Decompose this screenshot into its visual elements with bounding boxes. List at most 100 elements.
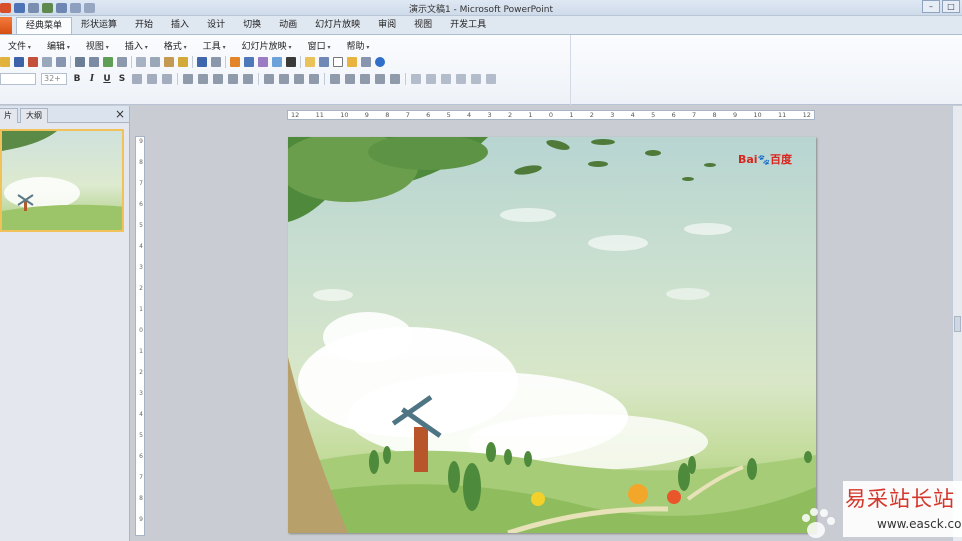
distribute-icon[interactable] bbox=[243, 74, 253, 84]
decrease-indent-icon[interactable] bbox=[390, 74, 400, 84]
menu-edit[interactable]: 编辑 bbox=[39, 39, 78, 52]
copy-icon[interactable] bbox=[150, 57, 160, 67]
underline-button[interactable]: U bbox=[102, 74, 112, 84]
line-style-icon[interactable] bbox=[471, 74, 481, 84]
shape-outline-icon[interactable] bbox=[441, 74, 451, 84]
font-size-combo[interactable]: 32+ bbox=[41, 73, 67, 85]
zoom-icon[interactable] bbox=[361, 57, 371, 67]
shadow-icon[interactable] bbox=[132, 74, 142, 84]
shape-effects-icon[interactable] bbox=[456, 74, 466, 84]
menu-help[interactable]: 帮助 bbox=[339, 39, 378, 52]
spelling-icon[interactable] bbox=[103, 57, 113, 67]
insert-chart-icon[interactable] bbox=[230, 57, 240, 67]
ribbon-tabs: 经典菜单 形状运算 开始 插入 设计 切换 动画 幻灯片放映 审阅 视图 开发工… bbox=[0, 16, 962, 35]
tab-view[interactable]: 视图 bbox=[405, 17, 441, 34]
char-spacing-icon[interactable] bbox=[147, 74, 157, 84]
scroll-thumb[interactable] bbox=[954, 316, 961, 332]
undo-icon[interactable] bbox=[197, 57, 207, 67]
font-name-combo[interactable] bbox=[0, 73, 36, 85]
insert-picture-icon[interactable] bbox=[258, 57, 268, 67]
slide-thumbnail[interactable] bbox=[0, 129, 124, 232]
save-icon[interactable] bbox=[14, 57, 24, 67]
format-painter-icon[interactable] bbox=[178, 57, 188, 67]
tab-insert[interactable]: 插入 bbox=[162, 17, 198, 34]
increase-font-icon[interactable] bbox=[345, 74, 355, 84]
text-box-icon[interactable] bbox=[333, 57, 343, 67]
print-preview-icon[interactable] bbox=[89, 57, 99, 67]
vertical-scrollbar[interactable] bbox=[952, 106, 962, 541]
ruler-tick-label: 11 bbox=[315, 111, 324, 119]
tab-review[interactable]: 审阅 bbox=[369, 17, 405, 34]
tab-developer[interactable]: 开发工具 bbox=[441, 17, 495, 34]
menu-slideshow[interactable]: 幻灯片放映 bbox=[234, 39, 300, 52]
dash-style-icon[interactable] bbox=[486, 74, 496, 84]
close-panel-button[interactable]: × bbox=[115, 107, 125, 121]
quick-styles-icon[interactable] bbox=[426, 74, 436, 84]
save-as-icon[interactable] bbox=[28, 57, 38, 67]
tab-design[interactable]: 设计 bbox=[198, 17, 234, 34]
menu-insert[interactable]: 插入 bbox=[117, 39, 156, 52]
insert-table-icon[interactable] bbox=[244, 57, 254, 67]
insert-smartart-icon[interactable] bbox=[272, 57, 282, 67]
print-icon[interactable] bbox=[75, 57, 85, 67]
tab-shape-ops[interactable]: 形状运算 bbox=[72, 17, 126, 34]
menu-format[interactable]: 格式 bbox=[156, 39, 195, 52]
tab-outline[interactable]: 大纲 bbox=[20, 108, 48, 123]
paste-icon[interactable] bbox=[164, 57, 174, 67]
research-icon[interactable] bbox=[117, 57, 127, 67]
open-icon[interactable] bbox=[0, 57, 10, 67]
shape-fill-icon[interactable] bbox=[286, 57, 296, 67]
ruler-tick-label: 6 bbox=[671, 111, 676, 119]
permission-icon[interactable] bbox=[42, 57, 52, 67]
folder-icon[interactable] bbox=[347, 57, 357, 67]
menu-window[interactable]: 窗口 bbox=[300, 39, 339, 52]
separator bbox=[405, 73, 406, 85]
minimize-button[interactable]: – bbox=[922, 0, 940, 13]
ruler-tick-label: 8 bbox=[139, 159, 143, 166]
numbering-icon[interactable] bbox=[309, 74, 319, 84]
separator bbox=[258, 73, 259, 85]
file-tab[interactable] bbox=[0, 17, 12, 34]
menu-view[interactable]: 视图 bbox=[78, 39, 117, 52]
new-slide-icon[interactable] bbox=[305, 57, 315, 67]
increase-indent-icon[interactable] bbox=[375, 74, 385, 84]
tab-slideshow[interactable]: 幻灯片放映 bbox=[306, 17, 369, 34]
strikethrough-button[interactable]: S bbox=[117, 74, 127, 84]
font-color-icon[interactable] bbox=[330, 74, 340, 84]
vertical-ruler[interactable]: 9 8 7 6 5 4 3 2 1 0 1 2 3 4 5 6 7 8 9 bbox=[135, 136, 145, 536]
ruler-tick-label: 7 bbox=[692, 111, 697, 119]
align-center-icon[interactable] bbox=[198, 74, 208, 84]
arrange-icon[interactable] bbox=[411, 74, 421, 84]
align-left-icon[interactable] bbox=[183, 74, 193, 84]
justify-icon[interactable] bbox=[228, 74, 238, 84]
ruler-tick-label: 1 bbox=[139, 306, 143, 313]
tab-home[interactable]: 开始 bbox=[126, 17, 162, 34]
line-spacing-icon[interactable] bbox=[264, 74, 274, 84]
ruler-tick-label: 5 bbox=[139, 432, 143, 439]
change-case-icon[interactable] bbox=[162, 74, 172, 84]
tab-classic-menu[interactable]: 经典菜单 bbox=[16, 17, 73, 34]
align-right-icon[interactable] bbox=[213, 74, 223, 84]
menu-file[interactable]: 文件 bbox=[0, 39, 39, 52]
tab-animations[interactable]: 动画 bbox=[270, 17, 306, 34]
horizontal-ruler[interactable]: 12 11 10 9 8 7 6 5 4 3 2 1 0 1 2 3 4 5 6 7 8 9 10 11 12 bbox=[287, 110, 815, 120]
redo-icon[interactable] bbox=[211, 57, 221, 67]
help-icon[interactable] bbox=[375, 57, 385, 67]
cut-icon[interactable] bbox=[136, 57, 146, 67]
ruler-tick-label: 1 bbox=[528, 111, 533, 119]
baidu-logo-cn: 百度 bbox=[770, 153, 793, 166]
slide-canvas[interactable]: Bai🐾百度 bbox=[288, 137, 816, 533]
layout-icon[interactable] bbox=[319, 57, 329, 67]
italic-button[interactable]: I bbox=[87, 74, 97, 84]
menu-tools[interactable]: 工具 bbox=[195, 39, 234, 52]
columns-icon[interactable] bbox=[279, 74, 289, 84]
ruler-tick-label: 12 bbox=[291, 111, 300, 119]
tab-transitions[interactable]: 切换 bbox=[234, 17, 270, 34]
window-controls: – □ bbox=[922, 0, 960, 13]
maximize-button[interactable]: □ bbox=[942, 0, 960, 13]
tab-slides[interactable]: 片 bbox=[0, 108, 18, 123]
bold-button[interactable]: B bbox=[72, 74, 82, 84]
bullets-icon[interactable] bbox=[294, 74, 304, 84]
decrease-font-icon[interactable] bbox=[360, 74, 370, 84]
email-icon[interactable] bbox=[56, 57, 66, 67]
